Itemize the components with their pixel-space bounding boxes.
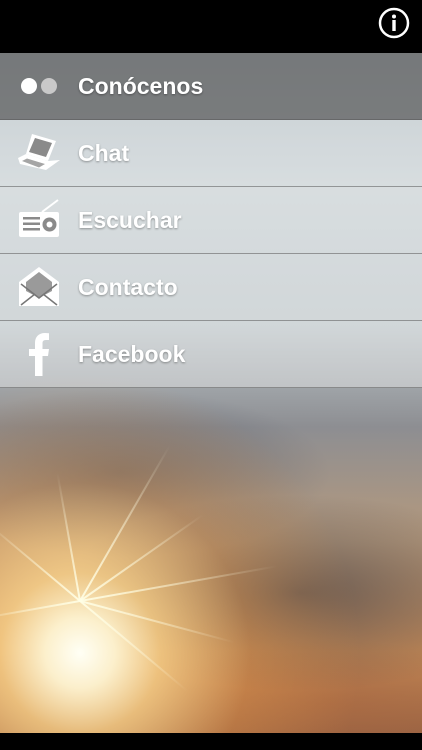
info-icon[interactable]: [378, 7, 410, 39]
top-bar: [0, 0, 422, 53]
menu-item-label: Chat: [78, 140, 130, 166]
radio-icon: [18, 198, 62, 242]
menu-item-facebook[interactable]: Facebook: [0, 321, 422, 388]
bottom-bar: [0, 733, 422, 750]
menu-item-label: Contacto: [78, 274, 178, 300]
menu-item-conocenos[interactable]: Conócenos: [0, 53, 422, 120]
menu-item-chat[interactable]: Chat: [0, 120, 422, 187]
main-menu: Conócenos Chat Escuchar Contacto Faceboo…: [0, 53, 422, 388]
menu-item-label: Escuchar: [78, 207, 182, 233]
dots-icon: [18, 64, 62, 108]
laptop-icon: [18, 131, 62, 175]
facebook-icon: [18, 332, 62, 376]
menu-item-label: Facebook: [78, 341, 186, 367]
envelope-icon: [18, 265, 62, 309]
menu-item-escuchar[interactable]: Escuchar: [0, 187, 422, 254]
menu-item-label: Conócenos: [78, 73, 204, 99]
menu-item-contacto[interactable]: Contacto: [0, 254, 422, 321]
